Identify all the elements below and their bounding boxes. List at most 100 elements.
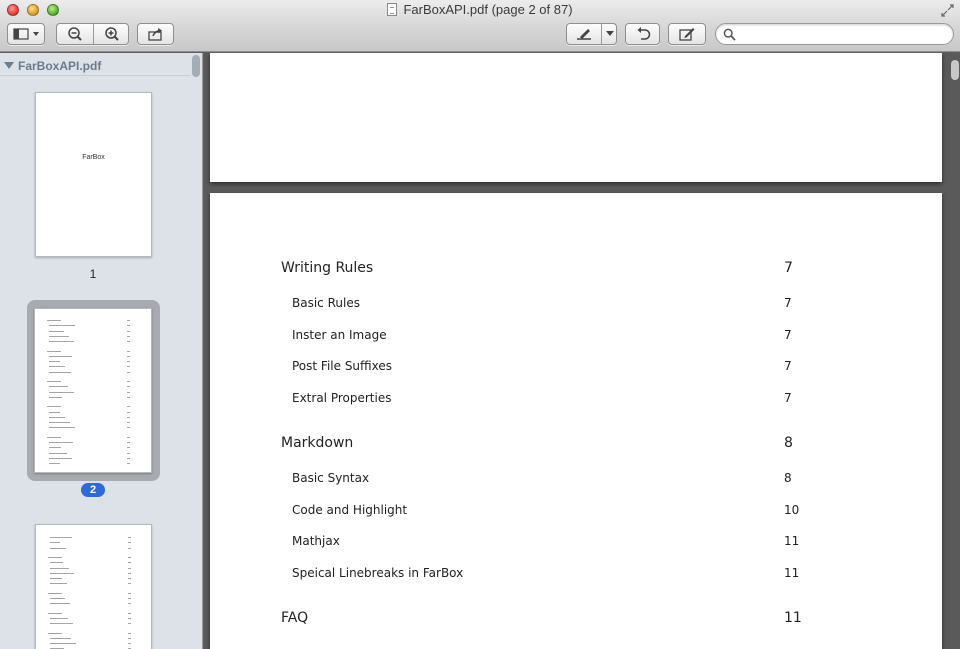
toc-entry-title: Post File Suffixes (292, 359, 393, 373)
view-menu-button[interactable] (7, 23, 45, 45)
rotate-icon (637, 27, 650, 40)
thumbnail-page-number (127, 406, 130, 408)
thumbnail-text-line (47, 473, 61, 474)
share-button[interactable] (137, 23, 174, 45)
zoom-in-button[interactable] (94, 24, 129, 44)
thumbnail-text-line (47, 350, 61, 352)
toc-entry-title: Basic Rules (292, 296, 360, 310)
disclosure-triangle-icon[interactable] (4, 62, 14, 69)
toc-entry-title: Extral Properties (292, 391, 392, 405)
thumbnail-page-number (127, 427, 130, 429)
thumbnail-text-line (50, 643, 77, 645)
thumbnail-text-line (49, 427, 76, 429)
thumbnail-text-line (49, 416, 65, 418)
thumbnail-page-number (127, 361, 130, 363)
thumbnail-page-number (127, 350, 130, 352)
fullscreen-icon[interactable] (941, 4, 954, 17)
thumbnail-page-number (127, 325, 130, 327)
toc-entry-page: 10 (784, 503, 800, 517)
thumbnail-text-line (49, 447, 62, 449)
highlighter-icon (577, 29, 591, 40)
document-viewer[interactable]: Writing Rules 7 Basic Rules 7 Inster an Imag… (204, 53, 960, 649)
annotate-button[interactable] (668, 23, 706, 45)
pdf-page-1 (210, 53, 942, 182)
thumbnail-text-line (50, 572, 74, 574)
thumbnail-text-line (49, 355, 72, 357)
thumbnail-text-line (49, 341, 75, 343)
search-field[interactable] (715, 23, 954, 45)
thumbnail-text-line (50, 617, 68, 619)
thumbnail-label-2: 2 (81, 483, 105, 497)
thumbnail-page-number (128, 612, 131, 614)
thumbnail-page-number (128, 637, 131, 639)
thumbnail-page-number (127, 463, 130, 465)
thumbnail-page-number (127, 457, 130, 459)
thumbnail-text-line (49, 325, 76, 327)
markup-menu-button[interactable] (566, 23, 617, 45)
pdf-document-icon (387, 3, 398, 16)
zoom-button-group (56, 23, 129, 45)
toc-entry-page: 7 (784, 391, 792, 405)
zoom-in-icon (104, 27, 119, 41)
thumbnail-text-line (50, 603, 71, 605)
thumbnail-text-line (50, 598, 65, 599)
thumbnail-text-line (49, 335, 69, 337)
thumbnail-page-number (128, 572, 131, 574)
sidebar-scrollbar[interactable] (192, 55, 200, 77)
toc-entry-page: 7 (784, 260, 793, 276)
thumbnail-text-line (49, 452, 67, 454)
thumbnail-page-number (128, 542, 131, 544)
thumbnail-page-number (127, 473, 130, 474)
toc-entry-title: Code and Highlight (292, 503, 408, 517)
thumbnail-page-number (127, 355, 130, 357)
sidebar-file-name: FarBoxAPI.pdf (18, 59, 102, 73)
thumbnail-text-line (47, 381, 61, 382)
thumbnail-page-number (127, 447, 130, 449)
thumbnail-text-line (47, 406, 61, 408)
thumbnail-text-line (47, 320, 61, 321)
thumbnail-page-number (128, 583, 131, 585)
toc-entry-page: 11 (784, 566, 800, 580)
zoom-out-icon (68, 27, 82, 41)
toc-entry-title: Basic Syntax (292, 471, 370, 485)
zoom-out-button[interactable] (57, 24, 93, 44)
thumbnail-text-line (50, 637, 71, 639)
thumbnail-page-number (127, 411, 130, 413)
rotate-button[interactable] (625, 23, 660, 45)
thumbnail-page-number (127, 320, 130, 321)
thumbnail-text-line (48, 592, 62, 594)
window-title: FarBoxAPI.pdf (page 2 of 87) (403, 2, 573, 17)
thumbnail-text-line (49, 422, 71, 424)
thumbnail-page-number (127, 436, 130, 438)
toc-entry-page: 8 (784, 435, 793, 451)
toc-entry-title: FAQ (281, 610, 309, 626)
page-thumbnail-2[interactable] (34, 308, 152, 473)
thumbnail-page-number (127, 422, 130, 424)
thumbnail-page-number (127, 386, 130, 388)
thumbnail-text-line (50, 578, 63, 580)
toc-entry-title: Speical Linebreaks in FarBox (292, 566, 464, 580)
thumbnail-text-line (50, 623, 74, 625)
sidebar-file-header[interactable]: FarBoxAPI.pdf (4, 59, 101, 73)
viewer-scrollbar[interactable] (951, 60, 959, 80)
markup-dropdown[interactable] (602, 24, 617, 44)
page-thumbnail-1[interactable]: FarBox (35, 92, 152, 257)
thumbnail-page-number (128, 603, 131, 605)
window-toolbar: FarBoxAPI.pdf (page 2 of 87) (0, 0, 960, 52)
highlight-button[interactable] (567, 24, 601, 44)
thumbnail-page-number (127, 341, 130, 343)
thumbnail-text-line (50, 547, 66, 549)
thumbnail-page-number (128, 562, 131, 564)
thumbnail-text-line (50, 562, 64, 564)
thumbnail-page-number (128, 617, 131, 619)
toc-entry-title: Mathjax (292, 534, 340, 548)
search-input[interactable] (740, 26, 945, 42)
thumbnail-sidebar: FarBoxAPI.pdf FarBox 1 2 (0, 53, 203, 649)
page-thumbnail-3[interactable] (35, 524, 152, 649)
thumbnail-page-number (128, 537, 131, 538)
thumbnail-page-number (127, 442, 130, 443)
thumbnail-text-line (49, 371, 71, 373)
thumbnail-text-line (50, 583, 68, 585)
thumbnail-text-line (49, 361, 61, 363)
thumbnail-text-line (50, 567, 69, 569)
